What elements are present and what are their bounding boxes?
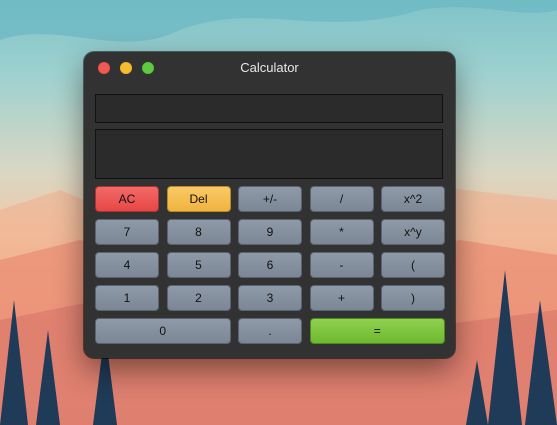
calculator-window: Calculator AC Del +/- / x^2 7 8 9 * x^y … — [84, 52, 455, 358]
minus-button[interactable]: - — [309, 252, 374, 278]
digit-6-button[interactable]: 6 — [238, 252, 302, 278]
negate-button[interactable]: +/- — [238, 186, 302, 212]
digit-5-button[interactable]: 5 — [166, 252, 231, 278]
divide-button[interactable]: / — [309, 186, 374, 212]
right-paren-button[interactable]: ) — [381, 285, 445, 311]
decimal-point-button[interactable]: . — [238, 318, 302, 344]
digit-2-button[interactable]: 2 — [166, 285, 231, 311]
clear-button[interactable]: AC — [95, 186, 159, 212]
square-button[interactable]: x^2 — [381, 186, 445, 212]
window-title: Calculator — [240, 60, 299, 75]
left-paren-button[interactable]: ( — [381, 252, 445, 278]
keypad: AC Del +/- / x^2 7 8 9 * x^y 4 5 6 - ( 1… — [95, 186, 445, 344]
plus-button[interactable]: + — [309, 285, 374, 311]
digit-3-button[interactable]: 3 — [238, 285, 302, 311]
equals-button[interactable]: = — [309, 318, 445, 344]
power-button[interactable]: x^y — [381, 219, 445, 245]
delete-button[interactable]: Del — [166, 186, 231, 212]
result-display — [95, 129, 443, 179]
title-bar: Calculator — [84, 52, 455, 84]
digit-7-button[interactable]: 7 — [95, 219, 159, 245]
expression-display — [95, 94, 443, 123]
digit-8-button[interactable]: 8 — [166, 219, 231, 245]
digit-1-button[interactable]: 1 — [95, 285, 159, 311]
multiply-button[interactable]: * — [309, 219, 374, 245]
digit-9-button[interactable]: 9 — [238, 219, 302, 245]
digit-0-button[interactable]: 0 — [95, 318, 231, 344]
digit-4-button[interactable]: 4 — [95, 252, 159, 278]
